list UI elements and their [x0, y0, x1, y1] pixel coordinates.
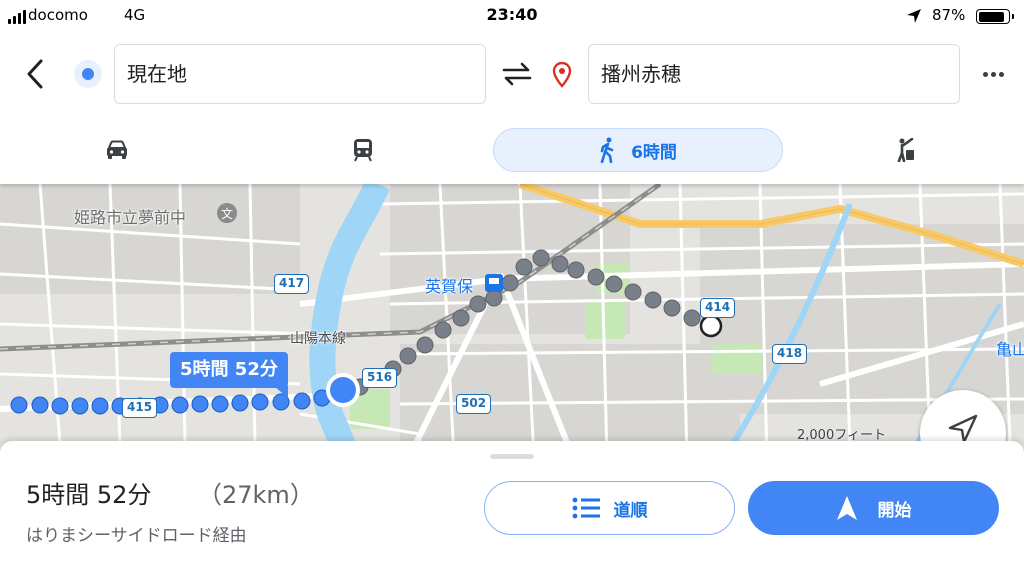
- map-label-station[interactable]: 英賀保: [425, 273, 473, 297]
- tab-ride-hailing[interactable]: [880, 128, 930, 172]
- map-label-place: 亀山: [996, 340, 1024, 359]
- route-duration: 5時間 52分: [26, 481, 152, 509]
- route-shield: 414: [700, 298, 736, 318]
- start-button[interactable]: 開始: [748, 481, 999, 535]
- route-shield: 418: [772, 344, 808, 364]
- map-label-railway: 山陽本線: [290, 331, 346, 347]
- tab-walking[interactable]: 6時間: [493, 128, 783, 172]
- directions-header: 現在地 播州赤穂 6時間: [0, 34, 1024, 184]
- sheet-drag-handle[interactable]: [490, 454, 534, 459]
- route-shield: 516: [362, 368, 398, 388]
- origin-dot-icon: [74, 60, 102, 88]
- tab-transit[interactable]: [338, 128, 388, 172]
- maps-screen: docomo 4G 23:40 87% 現在地 播州赤穂 6時間 文 姫路市立夢…: [0, 0, 1024, 576]
- status-bar: docomo 4G 23:40 87%: [0, 0, 1024, 34]
- list-icon: [572, 497, 600, 519]
- destination-pin-icon: [552, 61, 572, 92]
- walking-duration: 6時間: [631, 142, 677, 163]
- travel-mode-tabs: 6時間: [0, 128, 1024, 174]
- start-button-label: 開始: [877, 500, 912, 521]
- status-time: 23:40: [486, 5, 538, 24]
- route-endpoint-marker: [699, 314, 723, 338]
- route-via: はりまシーサイドロード経由: [26, 526, 247, 546]
- swap-icon: [502, 62, 532, 86]
- svg-text:文: 文: [221, 206, 233, 221]
- back-button[interactable]: [18, 54, 52, 94]
- ride-icon: [897, 138, 914, 162]
- route-duration-callout[interactable]: 5時間 52分: [170, 352, 288, 398]
- navigation-icon: [836, 496, 857, 520]
- destination-field[interactable]: 播州赤穂: [588, 44, 960, 104]
- route-shield: 417: [274, 274, 310, 294]
- car-icon: [107, 140, 127, 159]
- route-summary-sheet: 5時間 52分 （27km） はりまシーサイドロード経由 道順 開始: [0, 441, 1024, 576]
- tab-driving[interactable]: [92, 128, 142, 172]
- battery-icon: [976, 9, 1014, 24]
- route-shield: 415: [122, 398, 158, 418]
- more-options-button[interactable]: [978, 62, 1008, 86]
- location-arrow-icon: [906, 8, 922, 28]
- route-shield: 502: [456, 394, 492, 414]
- train-icon: [354, 139, 372, 162]
- steps-button-label: 道順: [613, 500, 648, 521]
- map-label-school[interactable]: 姫路市立夢前中: [74, 204, 186, 228]
- walk-icon: [600, 137, 614, 163]
- swap-button[interactable]: [500, 60, 534, 88]
- battery-percent: 87%: [932, 6, 966, 24]
- origin-field[interactable]: 現在地: [114, 44, 486, 104]
- arrow-back-icon: [27, 59, 43, 89]
- steps-button[interactable]: 道順: [484, 481, 735, 535]
- route-distance: （27km）: [198, 481, 314, 509]
